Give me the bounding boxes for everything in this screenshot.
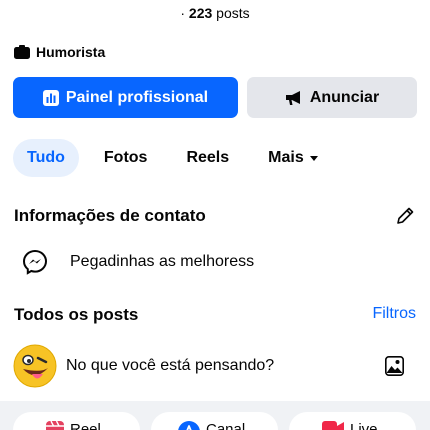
pencil-icon[interactable]	[395, 206, 415, 226]
reel-button[interactable]: Reel	[13, 412, 140, 430]
live-video-icon	[322, 421, 344, 430]
filters-link[interactable]: Filtros	[372, 305, 416, 323]
messenger-contact[interactable]: Pegadinhas as melhoress	[22, 249, 254, 275]
posts-count-number: 223	[188, 5, 213, 21]
contact-info-title: Informações de contato	[14, 206, 206, 225]
messenger-contact-label: Pegadinhas as melhoress	[70, 253, 255, 270]
posts-count-prefix: ·	[180, 5, 189, 21]
tab-reels[interactable]: Reels	[172, 139, 243, 177]
posts-count-suffix: posts	[212, 5, 250, 21]
live-label: Live	[350, 421, 378, 430]
advertise-button[interactable]: Anunciar	[247, 77, 417, 118]
messenger-icon	[22, 249, 48, 275]
tab-photos-label: Fotos	[103, 149, 148, 166]
profile-category: Humorista	[14, 44, 105, 60]
profile-tabs: Tudo Fotos Reels Mais	[13, 139, 343, 177]
bar-chart-icon	[42, 89, 59, 106]
create-actions-bar: Reel Canal Live	[0, 401, 430, 430]
tab-all-label: Tudo	[27, 149, 65, 166]
photo-icon[interactable]	[385, 356, 404, 376]
tab-all[interactable]: Tudo	[13, 139, 79, 177]
professional-dashboard-button[interactable]: Painel profissional	[13, 77, 238, 118]
megaphone-icon	[285, 90, 300, 105]
tab-more-label: Mais	[268, 149, 304, 166]
channel-label: Canal	[206, 421, 246, 430]
tab-more[interactable]: Mais	[254, 139, 332, 177]
channel-button[interactable]: Canal	[151, 412, 278, 430]
avatar[interactable]	[13, 344, 57, 388]
reel-label: Reel	[70, 421, 101, 430]
reel-icon	[46, 421, 64, 430]
posts-count: · 223 posts	[0, 5, 430, 21]
tab-photos[interactable]: Fotos	[90, 139, 162, 177]
composer-placeholder: No que você está pensando?	[66, 357, 275, 374]
post-composer[interactable]: No que você está pensando?	[13, 344, 417, 388]
all-posts-title: Todos os posts	[14, 305, 139, 324]
tab-reels-label: Reels	[186, 149, 230, 166]
live-button[interactable]: Live	[289, 412, 416, 430]
advertise-label: Anunciar	[309, 88, 380, 106]
caret-down-icon	[309, 156, 318, 161]
channel-icon	[178, 421, 200, 430]
category-label: Humorista	[36, 44, 106, 60]
briefcase-icon	[14, 45, 30, 59]
professional-dashboard-label: Painel profissional	[65, 88, 209, 106]
